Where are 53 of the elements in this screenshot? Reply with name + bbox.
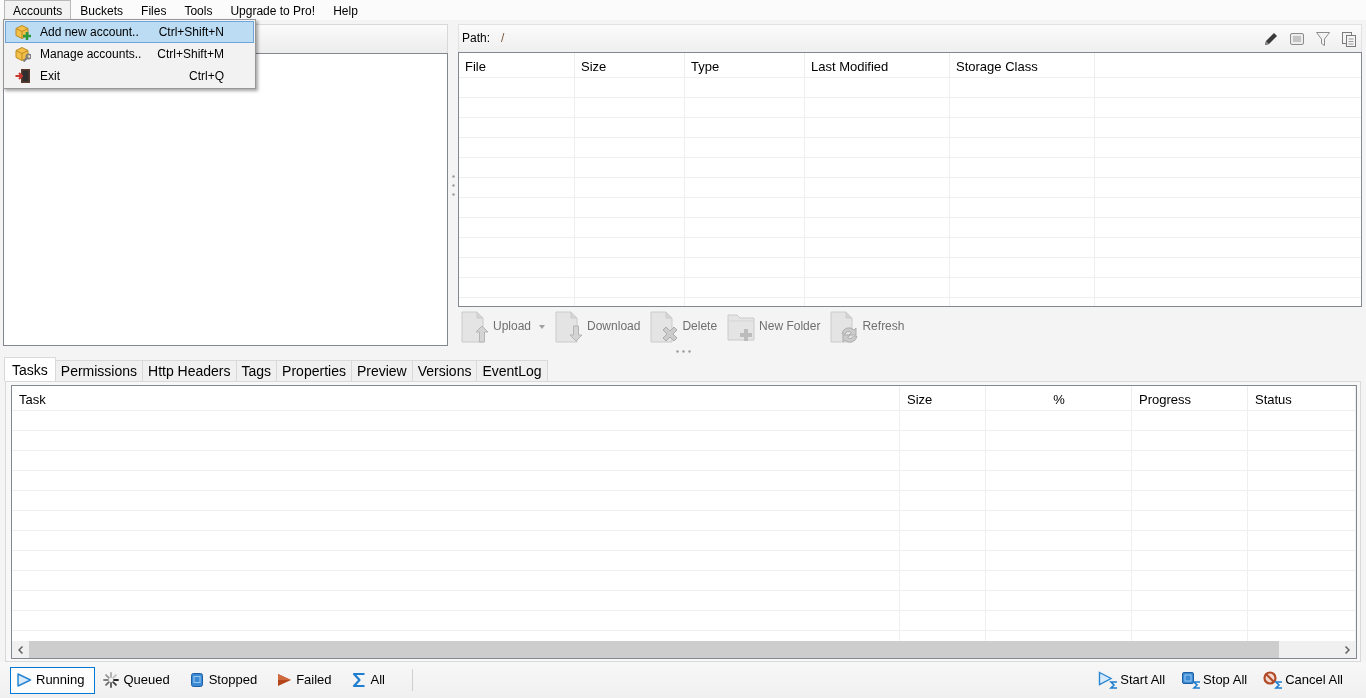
box-plus-icon <box>15 24 31 40</box>
shortcut-text: Ctrl+Shift+M <box>157 46 225 62</box>
menu-item[interactable]: Upgrade to Pro! <box>221 0 325 20</box>
stop-icon <box>188 672 205 688</box>
filter-button[interactable]: Running <box>10 666 96 694</box>
chevron-left-icon <box>18 645 23 654</box>
splitter-grip-icon[interactable] <box>675 350 691 353</box>
menu-item[interactable]: Files <box>132 0 176 20</box>
splitter-grip-icon[interactable] <box>451 174 455 196</box>
action-button[interactable]: Stop All <box>1176 666 1253 694</box>
action-button[interactable]: Cancel All <box>1258 666 1348 694</box>
filter-button[interactable]: Failed <box>270 666 343 694</box>
filter-button[interactable]: Queued <box>97 666 181 694</box>
tab[interactable]: Tasks <box>4 357 56 381</box>
stop-sigma-icon <box>1181 671 1202 689</box>
menu-entry[interactable]: Add new account.. Ctrl+Shift+N <box>5 21 254 43</box>
menu-item[interactable]: Tools <box>175 0 222 20</box>
tab[interactable]: Versions <box>411 360 478 381</box>
spinner-icon <box>103 672 120 688</box>
download-icon <box>555 310 584 343</box>
action-button[interactable]: Start All <box>1093 666 1171 694</box>
pencil-icon[interactable] <box>1263 30 1279 47</box>
menu-item[interactable]: Accounts <box>4 0 72 20</box>
cancel-sigma-icon <box>1263 671 1284 689</box>
copy-icon[interactable] <box>1341 30 1357 47</box>
path-text: / <box>501 31 505 46</box>
menu-entry[interactable]: Manage accounts.. Ctrl+Shift+M <box>5 43 254 65</box>
menu-item[interactable]: Buckets <box>71 0 133 20</box>
tab[interactable]: Tags <box>235 360 278 381</box>
menu-item[interactable]: Help <box>324 0 367 20</box>
play-icon <box>276 672 293 688</box>
tab[interactable]: Preview <box>350 360 413 381</box>
shortcut-text: Ctrl+Q <box>189 68 225 84</box>
tab[interactable]: Properties <box>276 360 352 381</box>
play-icon <box>16 672 32 688</box>
filter-button[interactable]: Stopped <box>182 666 269 694</box>
box-wrench-icon <box>15 46 31 62</box>
menu-entry[interactable]: Exit Ctrl+Q <box>5 65 254 87</box>
tab[interactable]: Http Headers <box>142 360 237 381</box>
tab[interactable]: Permissions <box>54 360 144 381</box>
exit-door-icon <box>15 68 31 84</box>
shortcut-text: Ctrl+Shift+N <box>158 24 225 40</box>
upload-icon <box>461 310 489 343</box>
window-icon[interactable] <box>1289 30 1305 47</box>
path-label: Path: <box>462 31 491 46</box>
chevron-right-icon <box>1345 645 1350 654</box>
filter-icon[interactable] <box>1315 30 1331 47</box>
delete-file-icon <box>650 310 679 343</box>
refresh-icon <box>830 310 859 343</box>
tab[interactable]: EventLog <box>476 360 548 381</box>
play-sigma-icon <box>1098 671 1119 689</box>
sigma-icon <box>350 672 367 688</box>
filter-button[interactable]: All <box>344 666 396 694</box>
